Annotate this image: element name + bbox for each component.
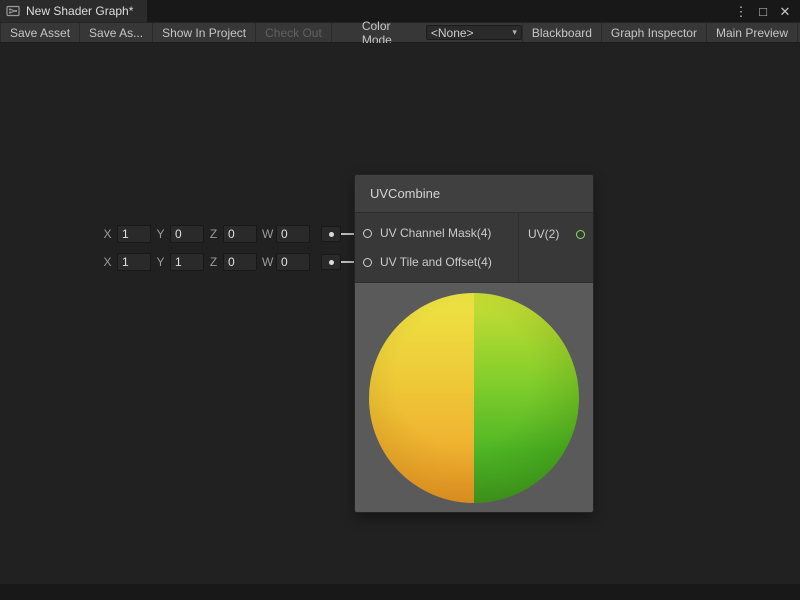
graph-inspector-toggle-button[interactable]: Graph Inspector [601, 23, 706, 42]
toolbar-right-group: Blackboard Graph Inspector Main Preview [522, 23, 800, 42]
graph-canvas[interactable]: X Y Z W X Y Z W UVCombine UV Channel Mas… [0, 43, 800, 584]
z-field[interactable] [223, 225, 257, 243]
uvcombine-node[interactable]: UVCombine UV Channel Mask(4) UV Tile and… [355, 175, 593, 512]
y-label: Y [156, 255, 165, 269]
blackboard-toggle-button[interactable]: Blackboard [522, 23, 601, 42]
y-label: Y [156, 227, 165, 241]
save-asset-button[interactable]: Save Asset [0, 23, 80, 42]
vector4-input-row-2: X Y Z W [103, 253, 341, 271]
preview-sphere-left-half [369, 293, 474, 503]
close-icon[interactable]: ✕ [776, 2, 794, 20]
output-port-icon[interactable] [576, 230, 585, 239]
node-port-section: UV Channel Mask(4) UV Tile and Offset(4)… [355, 213, 593, 282]
z-label: Z [209, 227, 218, 241]
tab-title: New Shader Graph* [26, 4, 133, 18]
color-mode-value: <None> [431, 26, 474, 40]
output-port-row: UV(2) [528, 223, 585, 245]
w-field[interactable] [276, 253, 310, 271]
vector4-input-row-1: X Y Z W [103, 225, 341, 243]
color-mode-group: Color Mode <None> ▾ [362, 23, 522, 42]
z-field[interactable] [223, 253, 257, 271]
kebab-menu-icon[interactable]: ⋮ [732, 2, 750, 20]
z-label: Z [209, 255, 218, 269]
shader-graph-icon [6, 4, 20, 18]
chevron-down-icon: ▾ [512, 27, 517, 38]
input-port-row: UV Tile and Offset(4) [363, 251, 518, 273]
color-mode-dropdown[interactable]: <None> ▾ [426, 25, 522, 40]
check-out-button: Check Out [256, 23, 332, 42]
shader-graph-toolbar: Save Asset Save As... Show In Project Ch… [0, 22, 800, 43]
input-port-label: UV Channel Mask(4) [380, 226, 491, 240]
window-bottom-edge [0, 584, 800, 600]
x-field[interactable] [117, 225, 151, 243]
save-as-button[interactable]: Save As... [80, 23, 153, 42]
x-label: X [103, 227, 112, 241]
show-in-project-button[interactable]: Show In Project [153, 23, 256, 42]
document-tab[interactable]: New Shader Graph* [0, 0, 147, 22]
node-outputs: UV(2) [518, 213, 593, 282]
window-controls: ⋮ □ ✕ [732, 2, 800, 20]
port-dot-icon [329, 260, 334, 265]
node-preview [355, 282, 593, 512]
w-label: W [262, 227, 271, 241]
node-title: UVCombine [370, 186, 440, 201]
vector4-output-port[interactable] [321, 226, 341, 242]
w-field[interactable] [276, 225, 310, 243]
output-port-label: UV(2) [528, 227, 559, 241]
node-header[interactable]: UVCombine [355, 175, 593, 213]
input-port-row: UV Channel Mask(4) [363, 222, 518, 244]
y-field[interactable] [170, 253, 204, 271]
port-dot-icon [329, 232, 334, 237]
x-label: X [103, 255, 112, 269]
w-label: W [262, 255, 271, 269]
preview-sphere-right-half [474, 293, 579, 503]
input-port-icon[interactable] [363, 229, 372, 238]
y-field[interactable] [170, 225, 204, 243]
maximize-icon[interactable]: □ [754, 2, 772, 20]
input-port-icon[interactable] [363, 258, 372, 267]
node-inputs: UV Channel Mask(4) UV Tile and Offset(4) [355, 213, 518, 282]
x-field[interactable] [117, 253, 151, 271]
vector4-output-port[interactable] [321, 254, 341, 270]
input-port-label: UV Tile and Offset(4) [380, 255, 492, 269]
main-preview-toggle-button[interactable]: Main Preview [706, 23, 798, 42]
preview-sphere [369, 293, 579, 503]
